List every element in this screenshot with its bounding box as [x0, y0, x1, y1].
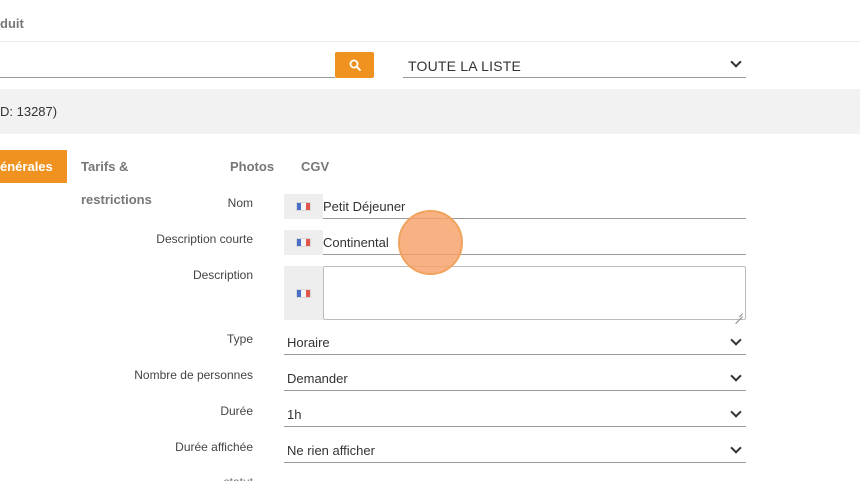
- page-title: duit: [0, 16, 24, 31]
- search-input[interactable]: [0, 55, 335, 78]
- chevron-down-icon: [730, 406, 742, 418]
- description-courte-input[interactable]: Continental: [323, 230, 746, 255]
- france-flag-icon: [296, 202, 311, 211]
- duree-label: Durée: [220, 404, 253, 418]
- nom-input[interactable]: Petit Déjeuner: [323, 194, 746, 219]
- tab-cgv-label: CGV: [301, 159, 330, 174]
- france-flag-icon: [296, 238, 311, 247]
- duree-affichee-label: Durée affichée: [175, 440, 253, 454]
- nombre-personnes-value: Demander: [287, 371, 348, 386]
- type-select[interactable]: Horaire: [284, 330, 746, 355]
- product-id-band: D: 13287): [0, 89, 860, 134]
- tab-tarifs-label: Tarifs & restrictions: [81, 159, 152, 207]
- description-textarea[interactable]: [323, 266, 746, 320]
- resize-handle-icon[interactable]: [735, 309, 743, 317]
- tab-photos[interactable]: Photos: [230, 150, 274, 183]
- nom-value: Petit Déjeuner: [323, 199, 406, 214]
- france-flag-icon: [296, 288, 311, 298]
- nombre-personnes-label: Nombre de personnes: [134, 368, 253, 382]
- duree-select[interactable]: 1h: [284, 402, 746, 427]
- type-value: Horaire: [287, 335, 330, 350]
- nom-label: Nom: [227, 196, 253, 210]
- search-button[interactable]: [335, 52, 374, 78]
- type-label: Type: [226, 332, 253, 346]
- duree-affichee-value: Ne rien afficher: [287, 443, 375, 458]
- duree-affichee-select[interactable]: Ne rien afficher: [284, 438, 746, 463]
- search-icon: [349, 59, 361, 71]
- tab-photos-label: Photos: [230, 159, 275, 174]
- language-flag-nom: [284, 194, 323, 219]
- language-flag-description-courte: [284, 230, 323, 255]
- description-courte-label: Description courte: [156, 232, 253, 246]
- language-flag-description: [284, 266, 323, 320]
- list-filter-value: TOUTE LA LISTE: [408, 58, 522, 74]
- chevron-down-icon: [730, 370, 742, 382]
- statut-label: statut: [224, 475, 253, 481]
- tab-cgv[interactable]: CGV: [301, 150, 329, 183]
- product-id-label: D: 13287): [0, 104, 58, 119]
- tab-generales-label: énérales: [0, 159, 53, 174]
- chevron-down-icon: [730, 56, 742, 68]
- chevron-down-icon: [730, 334, 742, 346]
- click-indicator: [398, 210, 463, 275]
- description-courte-value: Continental: [323, 235, 389, 250]
- nombre-personnes-select[interactable]: Demander: [284, 366, 746, 391]
- description-label: Description: [192, 268, 253, 282]
- page-header: duit: [0, 0, 860, 42]
- tab-generales[interactable]: énérales: [0, 150, 67, 183]
- chevron-down-icon: [730, 442, 742, 454]
- duree-value: 1h: [287, 407, 302, 422]
- tab-tarifs-restrictions[interactable]: Tarifs & restrictions: [81, 150, 152, 207]
- list-filter-select[interactable]: TOUTE LA LISTE: [403, 52, 746, 78]
